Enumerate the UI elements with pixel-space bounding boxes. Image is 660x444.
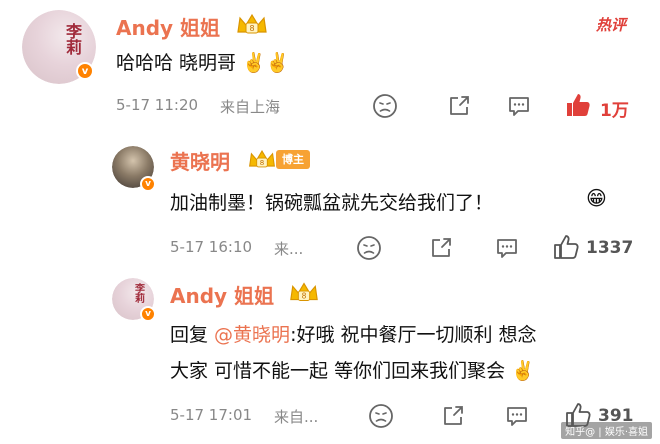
verified-badge-icon: v [140,176,156,192]
comment-content: 加油制墨！锅碗瓢盆就先交给我们了！ [170,192,494,214]
meh-face-icon[interactable] [356,235,382,261]
svg-text:8: 8 [249,24,254,33]
share-icon[interactable] [428,235,454,261]
like-count: 1万 [600,101,629,121]
meh-face-icon[interactable] [368,403,394,429]
comment-icon[interactable] [504,403,530,429]
reply-prefix: 回复 [170,324,215,346]
comment-content: 回复 @黄晓明:好哦 祝中餐厅一切顺利 想念 [170,320,537,347]
verified-badge-icon: v [76,62,94,80]
comment-timestamp: 5-17 17:01 [170,406,253,424]
comment-location: 来... [274,240,304,258]
comment-location: 来自... [274,408,319,426]
comment-username[interactable]: Andy 姐姐 [170,280,274,309]
comment-icon[interactable] [506,93,532,119]
comment-content: 哈哈哈 晓明哥 ✌️✌️ [116,52,290,74]
crown-icon: 8 [237,13,267,34]
hot-comments-tab[interactable]: 热评 [596,14,626,35]
share-icon[interactable] [440,403,466,429]
thumbs-up-icon[interactable] [564,91,592,119]
host-badge: 博主 [276,150,310,169]
comment-username[interactable]: 黄晓明 [170,146,230,175]
comment-timestamp: 5-17 16:10 [170,238,253,256]
avatar-artwork-text: 李莉 [66,22,83,57]
share-icon[interactable] [446,93,472,119]
comment-timestamp: 5-17 11:20 [116,96,199,114]
crown-icon: 8 [249,150,275,168]
watermark: 知乎@ | 娱乐·喜姐 [561,422,652,439]
mention-link[interactable]: @黄晓明 [214,324,290,346]
meh-face-icon[interactable] [372,93,398,119]
comment-icon[interactable] [494,235,520,261]
comment-username[interactable]: Andy 姐姐 [116,12,220,41]
comment-content-line2: 大家 可惜不能一起 等你们回来我们聚会 ✌️ [170,360,535,382]
avatar-artwork-text: 李莉 [135,284,145,305]
grin-emoji-icon: 😁 [586,186,607,210]
svg-text:8: 8 [260,158,264,167]
svg-text:8: 8 [302,292,307,301]
comment-location: 来自上海 [220,98,281,116]
thumbs-up-icon[interactable] [552,233,580,261]
reply-text-line1: :好哦 祝中餐厅一切顺利 想念 [290,324,537,346]
verified-badge-icon: v [140,306,156,322]
like-count: 1337 [586,238,634,258]
crown-icon: 8 [290,282,318,301]
